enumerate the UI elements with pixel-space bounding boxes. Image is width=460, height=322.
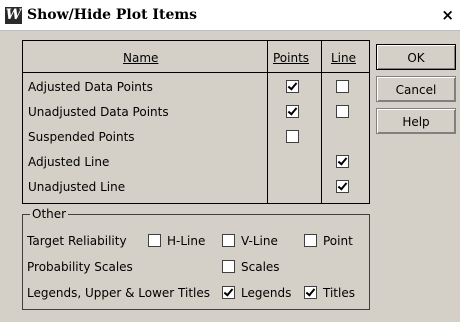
checkbox-suspended-points-points[interactable] [286,130,299,143]
dialog-title: Show/Hide Plot Items [27,7,198,23]
row-label-unadjusted-data-points: Unadjusted Data Points [28,105,169,119]
checkbox-adjusted-line-line[interactable] [336,155,349,168]
ok-button[interactable]: OK [376,44,456,70]
titles-label: Titles [323,286,355,300]
checkbox-probability-scales[interactable] [222,260,235,273]
checkbox-target-reliability-vline[interactable] [222,234,235,247]
checkbox-unadjusted-line-line[interactable] [336,180,349,193]
title-bar: W Show/Hide Plot Items × [0,0,460,31]
scales-label: Scales [241,260,280,274]
row-label-adjusted-line: Adjusted Line [28,155,110,169]
column-header-line: Line [331,51,357,65]
hline-label: H-Line [167,234,206,248]
legends-titles-label: Legends, Upper & Lower Titles [27,286,211,300]
legends-label: Legends [241,286,292,300]
cancel-button[interactable]: Cancel [376,76,456,102]
probability-scales-label: Probability Scales [27,260,133,274]
other-group-title: Other [30,207,69,221]
column-divider [267,41,268,203]
header-divider [23,72,369,73]
target-reliability-label: Target Reliability [27,234,127,248]
column-divider [321,41,322,203]
vline-label: V-Line [241,234,278,248]
checkbox-unadjusted-data-points-line[interactable] [336,105,349,118]
checkbox-target-reliability-point[interactable] [304,234,317,247]
checkbox-unadjusted-data-points-points[interactable] [286,105,299,118]
checkbox-adjusted-data-points-line[interactable] [336,80,349,93]
column-header-points: Points [273,51,310,65]
point-label: Point [323,234,353,248]
checkbox-target-reliability-hline[interactable] [148,234,161,247]
row-label-suspended-points: Suspended Points [28,130,135,144]
show-hide-plot-items-dialog: W Show/Hide Plot Items × Name Points Lin… [0,0,460,322]
close-icon[interactable]: × [441,6,454,24]
column-header-name: Name [123,51,159,65]
row-label-unadjusted-line: Unadjusted Line [28,180,126,194]
app-logo-icon: W [5,7,22,24]
plot-items-table: Name Points Line Adjusted Data Points Un… [22,40,370,204]
checkbox-legends[interactable] [222,286,235,299]
checkbox-adjusted-data-points-points[interactable] [286,80,299,93]
checkbox-titles[interactable] [304,286,317,299]
row-label-adjusted-data-points: Adjusted Data Points [28,80,153,94]
help-button[interactable]: Help [376,108,456,134]
